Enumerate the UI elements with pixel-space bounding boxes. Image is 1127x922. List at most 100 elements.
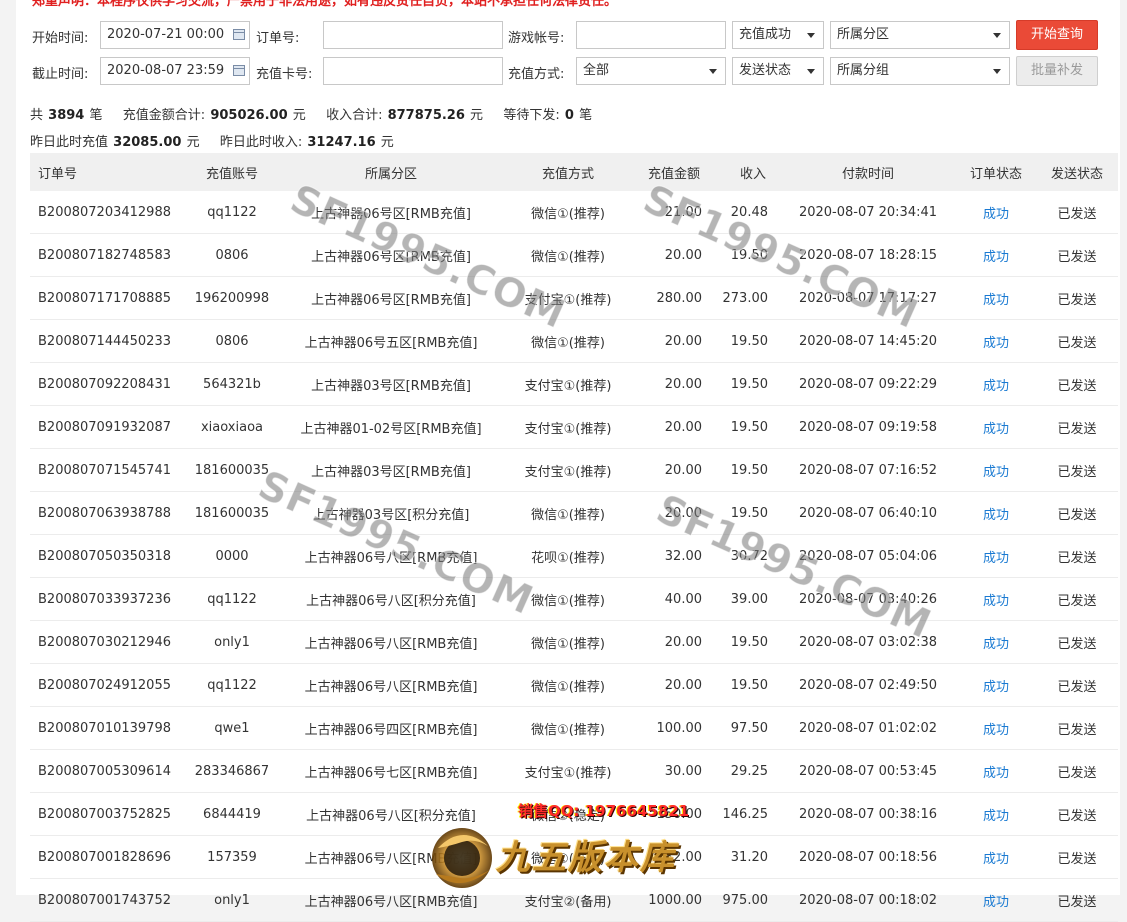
send-status-value: 发送状态 <box>739 63 792 78</box>
cell-account: 6844419 <box>203 806 261 822</box>
cell-order-status[interactable]: 成功 <box>962 664 1030 706</box>
cell-order-status[interactable]: 成功 <box>962 793 1030 835</box>
header-send-status[interactable]: 发送状态 <box>1038 153 1116 191</box>
cell-send-status: 已发送 <box>1057 507 1097 523</box>
end-time-value: 2020-08-07 23:59 <box>107 63 225 78</box>
cell-income: 39.00 <box>730 591 768 607</box>
header-order[interactable]: 订单号 <box>38 153 77 191</box>
cell-order-status[interactable]: 成功 <box>962 707 1030 749</box>
end-time-label: 截止时间: <box>32 67 89 82</box>
cell-account: xiaoxiaoa <box>200 419 264 435</box>
cell-amount: 20.00 <box>664 333 702 349</box>
cell-order-status[interactable]: 成功 <box>962 750 1030 792</box>
cell-pay-method: 微信①(推荐) <box>531 335 605 351</box>
cell-pay-method: 支付宝①(推荐) <box>524 765 612 781</box>
yesterday-recharge-value: 32085.00 <box>113 135 182 150</box>
cell-send-status: 已发送 <box>1057 378 1097 394</box>
batch-resend-button[interactable]: 批量补发 <box>1016 56 1098 86</box>
pending-value: 0 <box>564 108 574 123</box>
cell-send-status: 已发送 <box>1057 464 1097 480</box>
card-no-input[interactable] <box>323 57 503 85</box>
cell-order-status[interactable]: 成功 <box>962 363 1030 405</box>
cell-account: only1 <box>214 892 250 908</box>
cell-pay-time: 2020-08-07 01:02:02 <box>798 720 938 736</box>
table-row: B200807144450233 0806 上古神器06号五区[RMB充值] 微信①(… <box>30 320 1118 363</box>
cell-income: 273.00 <box>722 290 769 306</box>
cell-amount: 20.00 <box>664 419 702 435</box>
table-row: B200807182748583 0806 上古神器06号区[RMB充值] 微信①(推… <box>30 234 1118 277</box>
group-select-value: 所属分组 <box>837 63 890 78</box>
zone-select[interactable]: 所属分区 <box>830 21 1010 49</box>
cell-order-status[interactable]: 成功 <box>962 320 1030 362</box>
calendar-icon[interactable] <box>233 65 245 76</box>
cell-order-status[interactable]: 成功 <box>962 406 1030 448</box>
cell-order-status[interactable]: 成功 <box>962 836 1030 878</box>
cell-order-status[interactable]: 成功 <box>962 535 1030 577</box>
cell-pay-time: 2020-08-07 00:18:02 <box>798 892 938 908</box>
cell-order-no: B200807171708885 <box>38 290 171 306</box>
income-value: 877875.26 <box>387 108 465 123</box>
cell-pay-time: 2020-08-07 00:38:16 <box>798 806 938 822</box>
game-account-input[interactable] <box>576 21 726 49</box>
cell-order-no: B200807024912055 <box>38 677 171 693</box>
cell-order-no: B200807050350318 <box>38 548 171 564</box>
cell-zone: 上古神器06号八区[RMB充值] <box>304 679 478 695</box>
cell-order-no: B200807001743752 <box>38 892 171 908</box>
cell-account: 0806 <box>215 247 249 263</box>
header-order-status[interactable]: 订单状态 <box>962 153 1030 191</box>
cell-income: 29.25 <box>730 763 768 779</box>
cell-send-status: 已发送 <box>1057 851 1097 867</box>
cell-order-status[interactable]: 成功 <box>962 449 1030 491</box>
cell-order-status[interactable]: 成功 <box>962 191 1030 233</box>
cell-send-status: 已发送 <box>1057 808 1097 824</box>
order-no-input[interactable] <box>323 21 503 49</box>
cell-income: 19.50 <box>730 634 768 650</box>
cell-send-status: 已发送 <box>1057 206 1097 222</box>
table-row: B200807005309614 283346867 上古神器06号七区[RMB充值… <box>30 750 1118 793</box>
send-status-select[interactable]: 发送状态 <box>732 57 824 85</box>
cell-account: qq1122 <box>207 204 257 220</box>
calendar-icon[interactable] <box>233 29 245 40</box>
header-account[interactable]: 充值账号 <box>190 153 274 191</box>
group-select[interactable]: 所属分组 <box>830 57 1010 85</box>
header-income[interactable]: 收入 <box>720 153 786 191</box>
cell-order-no: B200807182748583 <box>38 247 171 263</box>
cell-pay-time: 2020-08-07 09:19:58 <box>798 419 938 435</box>
cell-send-status: 已发送 <box>1057 550 1097 566</box>
query-button[interactable]: 开始查询 <box>1016 20 1098 50</box>
cell-account: 283346867 <box>194 763 270 779</box>
header-pay-method[interactable]: 充值方式 <box>500 153 636 191</box>
table-row: B200807024912055 qq1122 上古神器06号八区[RMB充值] 微信… <box>30 664 1118 707</box>
total-prefix: 共 <box>30 108 44 123</box>
cell-account: 564321b <box>203 376 261 392</box>
cell-income: 97.50 <box>730 720 768 736</box>
start-time-input[interactable]: 2020-07-21 00:00 <box>100 21 250 49</box>
cell-amount: 40.00 <box>664 591 702 607</box>
cell-amount: 30.00 <box>664 763 702 779</box>
cell-order-status[interactable]: 成功 <box>962 277 1030 319</box>
cell-send-status: 已发送 <box>1057 292 1097 308</box>
cell-send-status: 已发送 <box>1057 679 1097 695</box>
cell-zone: 上古神器03号区[RMB充值] <box>311 378 471 394</box>
income-label: 收入合计: <box>326 108 383 123</box>
cell-order-status[interactable]: 成功 <box>962 234 1030 276</box>
cell-pay-time: 2020-08-07 20:34:41 <box>798 204 938 220</box>
recharge-status-select[interactable]: 充值成功 <box>732 21 824 49</box>
cell-zone: 上古神器06号七区[RMB充值] <box>304 765 478 781</box>
header-pay-time[interactable]: 付款时间 <box>778 153 958 191</box>
cell-account: 157359 <box>207 849 257 865</box>
zone-select-value: 所属分区 <box>837 27 890 42</box>
pay-method-select[interactable]: 全部 <box>576 57 726 85</box>
cell-order-no: B200807010139798 <box>38 720 171 736</box>
cell-amount: 20.00 <box>664 462 702 478</box>
cell-order-status[interactable]: 成功 <box>962 492 1030 534</box>
cell-send-status: 已发送 <box>1057 894 1097 910</box>
cell-order-status[interactable]: 成功 <box>962 578 1030 620</box>
cell-order-status[interactable]: 成功 <box>962 621 1030 663</box>
cell-account: qq1122 <box>207 677 257 693</box>
cell-order-status[interactable]: 成功 <box>962 879 1030 921</box>
end-time-input[interactable]: 2020-08-07 23:59 <box>100 57 250 85</box>
cell-pay-method: 花呗①(推荐) <box>531 550 605 566</box>
total-count: 3894 <box>48 108 85 123</box>
cell-send-status: 已发送 <box>1057 421 1097 437</box>
